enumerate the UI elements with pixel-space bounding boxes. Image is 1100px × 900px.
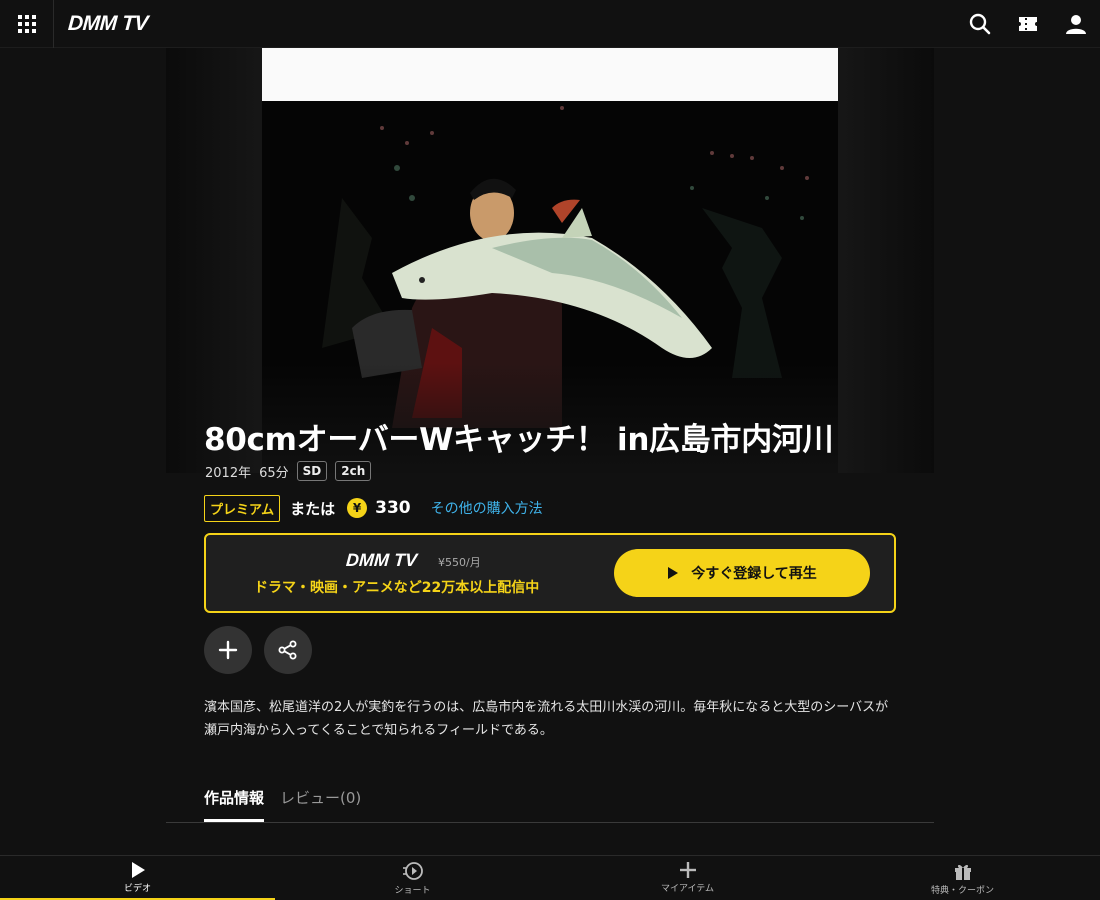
plus-icon <box>679 862 696 878</box>
play-icon <box>131 862 145 878</box>
share-icon <box>278 640 297 660</box>
other-purchase-link[interactable]: その他の購入方法 <box>431 498 543 518</box>
short-play-icon <box>402 862 423 880</box>
search-icon <box>969 13 991 35</box>
nav-item-label: マイアイテム <box>660 884 715 894</box>
promo-dmm-tv-logo: DMM TV <box>345 550 418 570</box>
audio-badge: 2ch <box>335 461 372 481</box>
duration: 65分 <box>259 465 289 481</box>
gift-icon <box>954 864 971 880</box>
search-button[interactable] <box>968 12 992 36</box>
nav-item-label: ショート <box>394 886 431 896</box>
nav-item-my-items[interactable]: マイアイテム <box>550 856 825 900</box>
tab-reviews[interactable]: レビュー(0) <box>280 784 361 822</box>
account-button[interactable] <box>1064 12 1088 36</box>
ticket-button[interactable] <box>1016 12 1040 36</box>
user-icon <box>1066 15 1086 34</box>
subscription-promo-banner: DMM TV ¥550/月 ドラマ・映画・アニメなど22万本以上配信中 今すぐ登… <box>204 533 896 613</box>
dmm-tv-logo[interactable]: DMM TV <box>67 12 148 36</box>
play-icon <box>668 567 679 579</box>
ticket-icon <box>1019 17 1037 31</box>
rental-price: 330 <box>375 498 411 518</box>
release-year: 2012年 <box>205 465 252 481</box>
video-thumbnail[interactable] <box>262 48 838 473</box>
top-header: DMM TV <box>0 0 1100 48</box>
quality-badge: SD <box>296 461 328 481</box>
grid-menu-button[interactable] <box>0 0 54 48</box>
grid-menu-icon <box>17 15 36 33</box>
promo-monthly-price: ¥550/月 <box>438 556 481 569</box>
register-and-play-label: 今すぐ登録して再生 <box>691 566 817 582</box>
promo-tagline: ドラマ・映画・アニメなど22万本以上配信中 <box>254 580 540 596</box>
nav-item-coupons[interactable]: 特典・クーポン <box>825 856 1100 900</box>
or-label: または <box>290 499 336 518</box>
premium-badge: プレミアム <box>204 494 281 522</box>
yen-coin-icon: ¥ <box>347 498 368 518</box>
video-description: 濱本国彦、松尾道洋の2人が実釣を行うのは、広島市内を流れる太田川水渓の河川。毎年… <box>204 700 889 738</box>
bottom-navigation: ビデオ ショート マイアイテム 特典・クーポン <box>0 855 1100 900</box>
detail-tabs: 作品情報 レビュー(0) <box>204 784 361 822</box>
add-to-mylist-button[interactable] <box>204 626 252 674</box>
tabs-divider <box>166 822 934 823</box>
nav-item-label: ビデオ <box>123 884 151 894</box>
nav-item-short[interactable]: ショート <box>275 856 550 900</box>
nav-item-label: 特典・クーポン <box>930 886 994 896</box>
register-and-play-button[interactable]: 今すぐ登録して再生 <box>614 549 870 597</box>
price-row: プレミアム または ¥ 330 その他の購入方法 <box>204 494 543 522</box>
video-meta: 2012年 65分 SD 2ch <box>205 461 372 481</box>
plus-icon <box>218 640 238 660</box>
video-title: 80cmオーバーWキャッチ！ in広島市内河川 <box>204 422 834 458</box>
share-button[interactable] <box>264 626 312 674</box>
tab-work-info[interactable]: 作品情報 <box>204 784 265 822</box>
nav-item-video[interactable]: ビデオ <box>0 856 275 900</box>
